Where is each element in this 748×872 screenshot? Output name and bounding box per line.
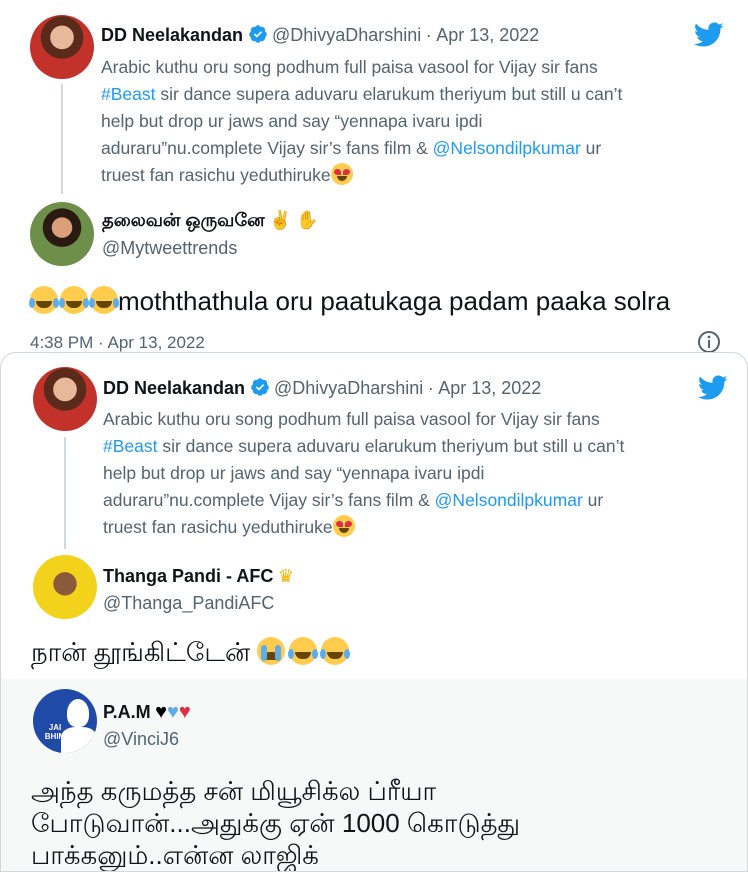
- tweet-text-line: aduraru”nu.complete Vijay sir’s fans fil…: [103, 490, 435, 510]
- author-name[interactable]: தலைவன் ஒருவனே: [102, 210, 265, 230]
- thread-connector: [61, 84, 63, 194]
- author-handle[interactable]: @Mytweettrends: [102, 238, 237, 259]
- author-name[interactable]: P.A.M: [103, 702, 151, 722]
- heart-eyes-emoji-icon: [332, 515, 355, 537]
- quoted-tweet-text: Arabic kuthu oru song podhum full paisa …: [103, 406, 733, 541]
- reply2-text: நான் தூங்கிட்டேன்: [31, 637, 351, 671]
- info-icon[interactable]: [697, 330, 721, 352]
- author-handle[interactable]: @Thanga_PandiAFC: [103, 593, 274, 614]
- separator-dot: ·: [427, 378, 434, 398]
- separator-dot: ·: [425, 25, 432, 45]
- joy-emoji-icon: [29, 286, 59, 314]
- author-name[interactable]: Thanga Pandi - AFC: [103, 566, 273, 586]
- reply3-container: JAI BHIM P.A.M ♥♥♥ @VinciJ6 அந்த கருமத்த…: [1, 679, 747, 871]
- avatar-dd-neelakandan[interactable]: [33, 367, 97, 431]
- verified-badge-icon: [248, 25, 267, 43]
- avatar-mytweettrends[interactable]: [30, 202, 94, 266]
- reply3-header: P.A.M ♥♥♥: [103, 701, 191, 724]
- avatar-vincij6[interactable]: JAI BHIM: [33, 689, 97, 753]
- reply2-header: Thanga Pandi - AFC ♛: [103, 566, 294, 587]
- author-handle[interactable]: @DhivyaDharshini: [272, 25, 421, 45]
- tweet-text-line: Arabic kuthu oru song podhum full paisa …: [103, 409, 600, 429]
- author-name[interactable]: DD Neelakandan: [103, 378, 245, 398]
- red-heart-icon: ♥: [178, 701, 191, 723]
- tweet-text-line: sir dance supera aduvaru elarukum theriy…: [155, 84, 623, 104]
- thread-connector: [64, 437, 66, 549]
- author-handle[interactable]: @VinciJ6: [103, 729, 179, 750]
- hashtag-link[interactable]: #Beast: [103, 436, 157, 456]
- verified-badge-icon: [250, 378, 269, 396]
- tweet-date[interactable]: Apr 13, 2022: [436, 25, 539, 45]
- black-heart-icon: ♥: [155, 701, 168, 723]
- reply-text-line: போடுவான்...அதுக்கு ஏன் 1000 கொடுத்து: [31, 808, 521, 838]
- tweet-text-line: truest fan rasichu yeduthiruke: [103, 517, 333, 537]
- tweet-text-line: ur: [580, 138, 602, 158]
- tweet-text-line: Arabic kuthu oru song podhum full paisa …: [101, 57, 598, 77]
- reply1-text: moththathula oru paatukaga padam paaka s…: [29, 286, 671, 317]
- heart-eyes-emoji-icon: [330, 163, 353, 185]
- reply1-header: தலைவன் ஒருவனே ✌ ✋: [102, 210, 318, 233]
- folded-hands-emoji-icon: ✋: [295, 210, 319, 230]
- avatar-dd-neelakandan[interactable]: [30, 15, 94, 79]
- twitter-bird-icon[interactable]: [694, 22, 724, 48]
- reply-text: நான் தூங்கிட்டேன்: [31, 637, 251, 667]
- joy-emoji-icon: [59, 286, 89, 314]
- reply-text: moththathula oru paatukaga padam paaka s…: [118, 286, 671, 316]
- joy-emoji-icon: [288, 637, 319, 665]
- tweet-text-line: sir dance supera aduvaru elarukum theriy…: [157, 436, 625, 456]
- hashtag-link[interactable]: #Beast: [101, 84, 155, 104]
- tweet-header: DD Neelakandan @DhivyaDharshini · Apr 13…: [101, 24, 539, 46]
- reply-text-line: அந்த கருமத்த சன் மியூசிக்ல ப்ரீயா: [31, 776, 437, 806]
- mention-link[interactable]: @Nelsondilpkumar: [435, 490, 583, 510]
- tweet-card-2: DD Neelakandan @DhivyaDharshini · Apr 13…: [0, 352, 748, 872]
- tweet-text-line: help but drop ur jaws and say “yennapa i…: [103, 463, 485, 483]
- author-handle[interactable]: @DhivyaDharshini: [274, 378, 423, 398]
- tweet-header: DD Neelakandan @DhivyaDharshini · Apr 13…: [103, 377, 541, 399]
- reply1-timestamp[interactable]: 4:38 PM · Apr 13, 2022: [30, 333, 205, 352]
- reply-text-line: பாக்கனும்..என்ன லாஜிக்: [31, 840, 319, 870]
- mention-link[interactable]: @Nelsondilpkumar: [433, 138, 581, 158]
- tweet-text-line: help but drop ur jaws and say “yennapa i…: [101, 111, 483, 131]
- tweet-text-line: truest fan rasichu yeduthiruke: [101, 165, 331, 185]
- tweet-text-line: ur: [582, 490, 604, 510]
- quoted-tweet-text: Arabic kuthu oru song podhum full paisa …: [101, 54, 731, 189]
- rock-hand-emoji-icon: ✌: [269, 210, 292, 230]
- twitter-bird-icon[interactable]: [698, 375, 728, 401]
- tweet-card-1: DD Neelakandan @DhivyaDharshini · Apr 13…: [0, 0, 748, 352]
- tweet-text-line: aduraru”nu.complete Vijay sir’s fans fil…: [101, 138, 433, 158]
- tweet-date[interactable]: Apr 13, 2022: [438, 378, 541, 398]
- crying-emoji-icon: [257, 637, 286, 665]
- author-name[interactable]: DD Neelakandan: [101, 25, 243, 45]
- crown-emoji-icon: ♛: [277, 566, 294, 586]
- joy-emoji-icon: [320, 637, 351, 665]
- joy-emoji-icon: [89, 286, 119, 314]
- blue-heart-icon: ♥: [167, 701, 179, 723]
- reply3-text: அந்த கருமத்த சன் மியூசிக்ல ப்ரீயா போடுவா…: [31, 775, 520, 871]
- avatar-thanga-pandi[interactable]: [33, 555, 97, 619]
